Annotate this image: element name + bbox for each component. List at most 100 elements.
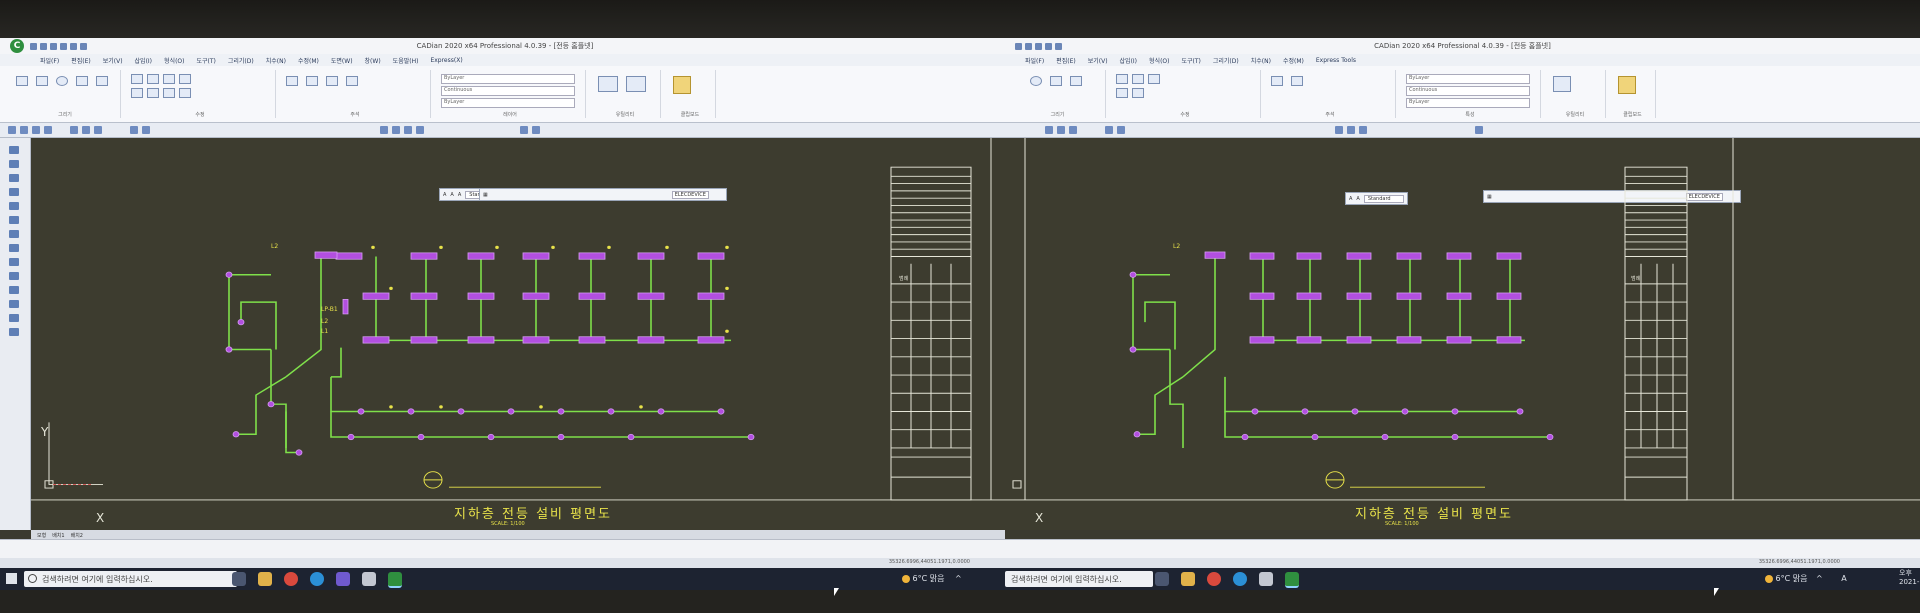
tool-icon[interactable] [392,126,400,134]
weather-tray[interactable]: 6°C 맑음 ^ [902,573,962,584]
new-file-icon[interactable] [30,42,37,50]
lineweight-dropdown[interactable]: ByLayer [441,98,575,108]
chrome-icon[interactable] [284,572,298,586]
tool-icon[interactable] [1105,126,1113,134]
menu-express[interactable]: Express(X) [430,57,462,64]
offset-icon[interactable] [163,88,175,98]
draw-tool-icon[interactable] [9,258,19,266]
tool-icon[interactable] [1069,126,1077,134]
draw-tool-icon[interactable] [9,202,19,210]
tool-icon[interactable] [1475,126,1483,134]
menu-modify[interactable]: 수정(M) [298,56,319,65]
tool-icon[interactable] [1045,126,1053,134]
tool-icon[interactable] [44,126,52,134]
edge-icon[interactable] [1233,572,1247,586]
task-view-icon[interactable] [232,572,246,586]
layer-dropdown[interactable]: ByLayer [1406,74,1530,84]
weather-tray[interactable]: 6°C 맑음 ^ A [1765,573,1847,584]
arc-icon[interactable] [1050,76,1062,86]
menu-view[interactable]: 보기(V) [1088,56,1108,65]
menu-window[interactable]: 창(W) [365,56,381,65]
tool-icon[interactable] [82,126,90,134]
menu-tools[interactable]: 도구(T) [1181,56,1200,65]
tool-icon[interactable] [416,126,424,134]
rotate-icon[interactable] [1148,74,1160,84]
draw-tool-icon[interactable] [9,300,19,308]
paste-icon[interactable] [673,76,691,94]
tool-icon[interactable] [404,126,412,134]
leader-icon[interactable] [326,76,338,86]
menu-draw[interactable]: 그리기(D) [228,56,254,65]
drawing-canvas[interactable]: A A Standard ▦ ELECDEVICE X 지하층 전등 설비 평면… [1005,138,1920,530]
tool-icon[interactable] [70,126,78,134]
command-line[interactable]: 35326.6996,44051.1971,0.0000 [0,539,1010,568]
draw-tool-icon[interactable] [9,188,19,196]
tab-model[interactable]: 모형 [37,532,46,539]
new-file-icon[interactable] [1015,42,1022,50]
erase-icon[interactable] [179,88,191,98]
circle-icon[interactable] [1030,76,1042,86]
tab-layout1[interactable]: 배치1 [52,532,64,539]
menu-format[interactable]: 형식(O) [164,56,184,65]
menu-express[interactable]: Express Tools [1316,57,1356,64]
tool-icon[interactable] [1347,126,1355,134]
layer-dropdown[interactable]: ByLayer [441,74,575,84]
menu-dimension[interactable]: 치수(N) [1251,56,1271,65]
draw-tool-icon[interactable] [9,160,19,168]
redo-icon[interactable] [70,42,77,50]
tool-icon[interactable] [32,126,40,134]
print-icon[interactable] [80,42,87,50]
paste-icon[interactable] [1618,76,1636,94]
save-icon[interactable] [1035,42,1042,50]
linetype-dropdown[interactable]: Continuous [441,86,575,96]
chevron-up-icon[interactable]: ^ [955,574,962,583]
app-icon[interactable] [1259,572,1273,586]
draw-tool-icon[interactable] [9,230,19,238]
circle-icon[interactable] [56,76,68,86]
tool-icon[interactable] [130,126,138,134]
draw-tool-icon[interactable] [9,174,19,182]
menu-view[interactable]: 보기(V) [103,56,123,65]
text-icon[interactable] [1271,76,1283,86]
app-icon[interactable] [362,572,376,586]
tool-icon[interactable] [532,126,540,134]
linetype-dropdown[interactable]: Continuous [1406,86,1530,96]
extend-icon[interactable] [147,88,159,98]
menu-file[interactable]: 파일(F) [40,56,59,65]
cadian-logo-icon[interactable]: C [10,39,24,53]
open-file-icon[interactable] [1025,42,1032,50]
save-icon[interactable] [50,42,57,50]
cadian-taskbar-icon[interactable] [1285,572,1299,588]
tab-layout2[interactable]: 배치2 [71,532,83,539]
open-file-icon[interactable] [40,42,47,50]
line-icon[interactable] [16,76,28,86]
trim-icon[interactable] [1116,88,1128,98]
tool-icon[interactable] [1057,126,1065,134]
tool-icon[interactable] [520,126,528,134]
task-view-icon[interactable] [1155,572,1169,586]
lineweight-dropdown[interactable]: ByLayer [1406,98,1530,108]
start-icon[interactable] [6,573,17,584]
tool-icon[interactable] [142,126,150,134]
undo-icon[interactable] [60,42,67,50]
draw-tool-icon[interactable] [9,286,19,294]
draw-tool-icon[interactable] [9,272,19,280]
dimension-icon[interactable] [306,76,318,86]
tool-icon[interactable] [1117,126,1125,134]
tool-icon[interactable] [8,126,16,134]
measure-icon[interactable] [598,76,618,92]
copy-icon[interactable] [1132,74,1144,84]
chevron-up-icon[interactable]: ^ [1816,574,1823,583]
move-icon[interactable] [131,74,143,84]
tool-icon[interactable] [94,126,102,134]
command-line[interactable]: 35326.6996,44051.1971,0.0000 [1005,539,1920,568]
tool-icon[interactable] [380,126,388,134]
menu-modify[interactable]: 수정(M) [1283,56,1304,65]
draw-tool-icon[interactable] [9,244,19,252]
rotate-icon[interactable] [163,74,175,84]
menu-format[interactable]: 형식(O) [1149,56,1169,65]
tool-icon[interactable] [1335,126,1343,134]
ime-indicator[interactable]: A [1841,574,1846,583]
copy-icon[interactable] [147,74,159,84]
mirror-icon[interactable] [179,74,191,84]
